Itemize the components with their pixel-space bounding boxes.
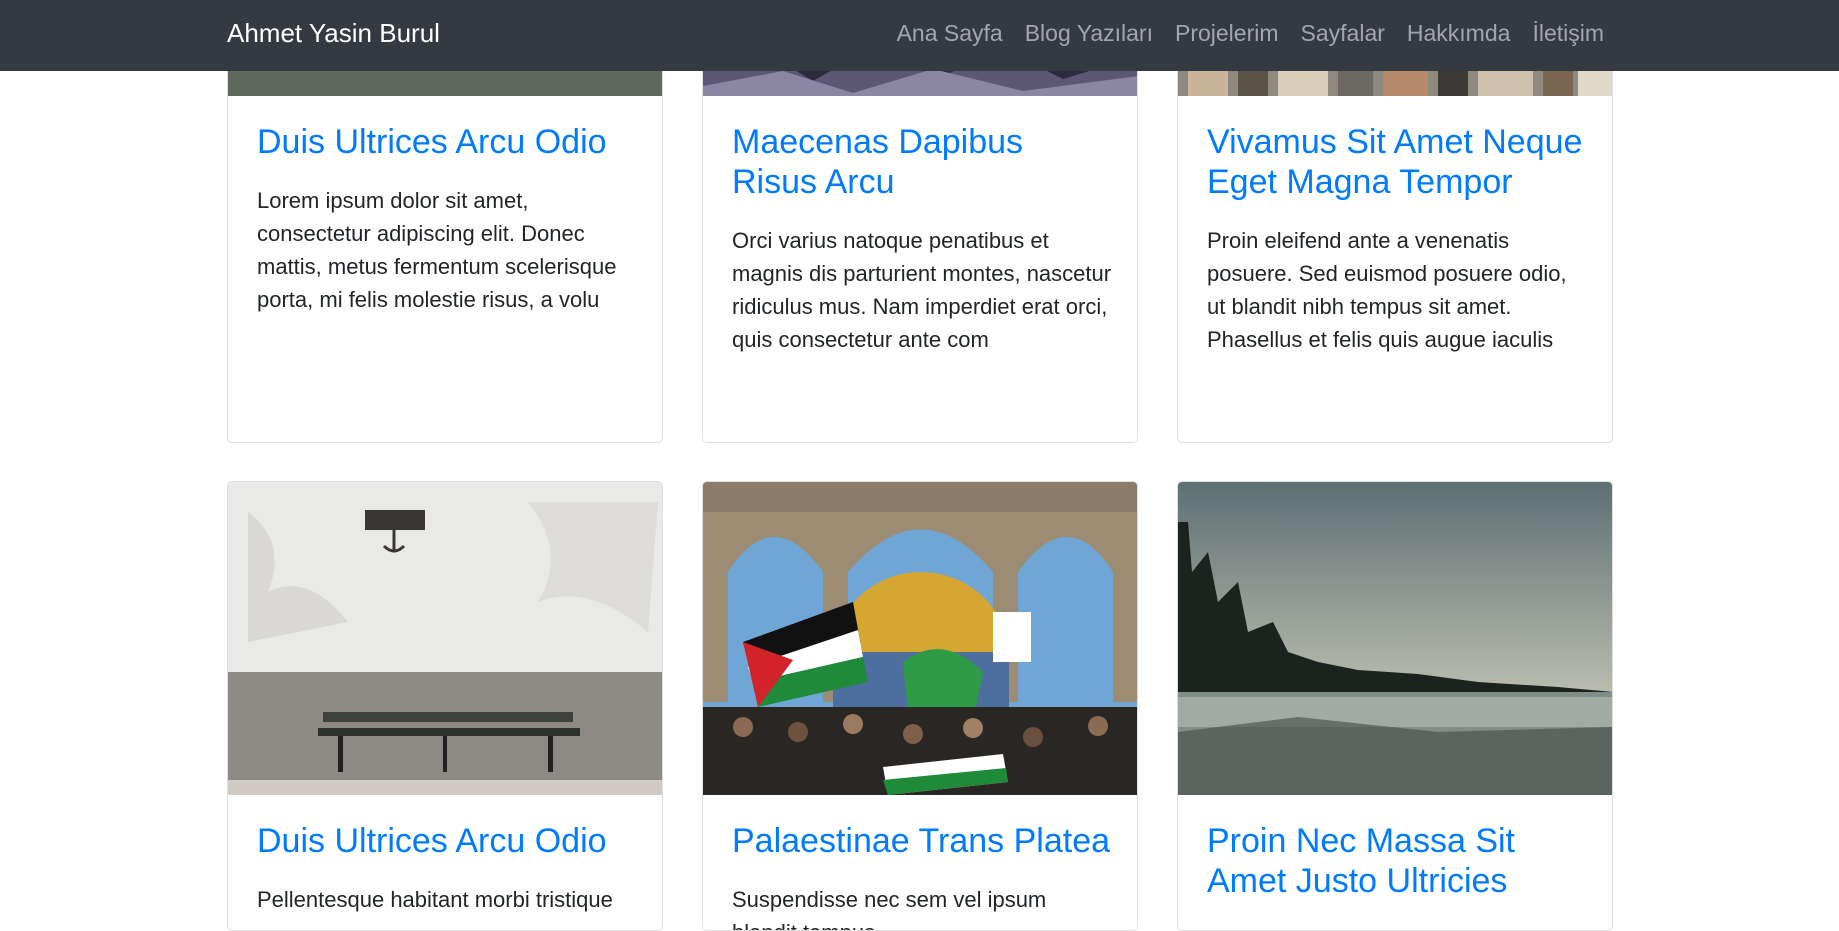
- post-card: Palaestinae Trans Platea Suspendisse nec…: [702, 481, 1138, 931]
- nav-link-blog[interactable]: Blog Yazıları: [1025, 18, 1153, 48]
- post-card-body: Duis Ultrices Arcu Odio Lorem ipsum dolo…: [257, 122, 638, 316]
- post-excerpt: Suspendisse nec sem vel ipsum blandit te…: [732, 887, 1047, 930]
- navbar: Ahmet Yasin Burul Ana Sayfa Blog Yazılar…: [0, 0, 1839, 71]
- post-card-image[interactable]: [228, 482, 662, 795]
- nav-item-blog: Blog Yazıları: [1025, 18, 1153, 48]
- post-title-link[interactable]: Palaestinae Trans Platea: [732, 821, 1113, 861]
- nav-link-pages[interactable]: Sayfalar: [1301, 18, 1385, 48]
- nav-item-contact: İletişim: [1532, 18, 1604, 48]
- post-title-link[interactable]: Duis Ultrices Arcu Odio: [257, 821, 638, 861]
- post-card-image[interactable]: [703, 482, 1137, 795]
- post-card-image[interactable]: [1178, 482, 1612, 795]
- nav-link-projects[interactable]: Projelerim: [1175, 18, 1279, 48]
- post-title-link[interactable]: Vivamus Sit Amet Neque Eget Magna Tempor: [1207, 122, 1588, 202]
- post-excerpt: Orci varius natoque penatibus et magnis …: [732, 228, 1112, 352]
- nav-item-projects: Projelerim: [1175, 18, 1279, 48]
- post-card: Duis Ultrices Arcu Odio Pellentesque hab…: [227, 481, 663, 931]
- post-title-link[interactable]: Proin Nec Massa Sit Amet Justo Ultricies: [1207, 821, 1588, 901]
- post-card-body: Palaestinae Trans Platea Suspendisse nec…: [732, 821, 1113, 930]
- nav-link-contact[interactable]: İletişim: [1532, 18, 1604, 48]
- post-card-body: Maecenas Dapibus Risus Arcu Orci varius …: [732, 122, 1113, 356]
- post-excerpt: Proin eleifend ante a venenatis posuere.…: [1207, 228, 1567, 352]
- main-nav: Ana Sayfa Blog Yazıları Projelerim Sayfa…: [897, 18, 1604, 48]
- post-card-body: Duis Ultrices Arcu Odio Pellentesque hab…: [257, 821, 638, 916]
- post-card-body: Proin Nec Massa Sit Amet Justo Ultricies: [1207, 821, 1588, 923]
- brand-link[interactable]: Ahmet Yasin Burul: [227, 16, 440, 50]
- nav-link-home[interactable]: Ana Sayfa: [897, 18, 1003, 48]
- nav-item-home: Ana Sayfa: [897, 18, 1003, 48]
- nav-item-about: Hakkımda: [1407, 18, 1511, 48]
- nav-item-pages: Sayfalar: [1301, 18, 1385, 48]
- post-card: Proin Nec Massa Sit Amet Justo Ultricies: [1177, 481, 1613, 931]
- post-title-link[interactable]: Duis Ultrices Arcu Odio: [257, 122, 638, 162]
- post-excerpt: Pellentesque habitant morbi tristique: [257, 887, 613, 912]
- nav-link-about[interactable]: Hakkımda: [1407, 18, 1511, 48]
- post-title-link[interactable]: Maecenas Dapibus Risus Arcu: [732, 122, 1113, 202]
- post-card-body: Vivamus Sit Amet Neque Eget Magna Tempor…: [1207, 122, 1588, 356]
- post-excerpt: Lorem ipsum dolor sit amet, consectetur …: [257, 188, 617, 312]
